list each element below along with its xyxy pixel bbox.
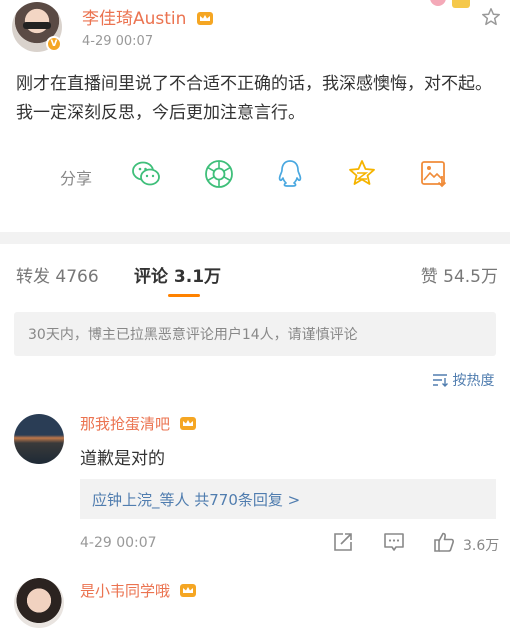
like-thumb-icon[interactable] (433, 531, 455, 553)
verified-badge-icon: V (46, 36, 62, 52)
sort-by-hot-button[interactable]: 按热度 (432, 370, 494, 390)
crown-vip-icon (179, 584, 196, 597)
comment-like-count: 3.6万 (463, 538, 500, 554)
crown-vip-icon (196, 12, 213, 25)
post-text: 刚才在直播间里说了不合适不正确的话，我深感懊悔，对不起。我一定深刻反思，今后更加… (16, 74, 492, 123)
moments-icon[interactable] (203, 158, 235, 190)
commenter-name[interactable]: 是小韦同学哦 (80, 582, 170, 600)
share-label: 分享 (60, 169, 93, 188)
sticker-decoration-icon (430, 0, 470, 8)
replies-summary[interactable]: 应钟上浣_等人 共770条回复 > (80, 479, 496, 519)
crown-vip-icon (179, 417, 196, 430)
commenter-name-row[interactable]: 是小韦同学哦 (80, 580, 197, 601)
comment-text: 道歉是对的 (80, 449, 165, 469)
tab-comments[interactable]: 评论 3.1万 (134, 262, 221, 287)
author-name[interactable]: 李佳琦Austin (82, 9, 186, 29)
save-image-icon[interactable] (418, 158, 450, 190)
comment-time: 4-29 00:07 (80, 535, 157, 551)
commenter-name[interactable]: 那我抢蛋清吧 (80, 415, 170, 433)
commenter-avatar[interactable] (14, 414, 64, 464)
comment-notice: 30天内，博主已拉黑恶意评论用户14人，请谨慎评论 (14, 312, 496, 356)
sort-label: 按热度 (452, 373, 495, 389)
author-name-row[interactable]: 李佳琦Austin (82, 4, 214, 29)
favorite-star-icon[interactable] (480, 6, 502, 28)
section-divider (0, 232, 510, 244)
qzone-star-icon[interactable] (346, 158, 378, 190)
wechat-icon[interactable] (130, 158, 162, 190)
sort-icon (433, 374, 448, 387)
comment-icon[interactable] (383, 531, 405, 553)
repost-icon[interactable] (332, 531, 354, 553)
active-tab-indicator (168, 294, 200, 297)
tab-repost[interactable]: 转发 4766 (16, 262, 99, 287)
commenter-avatar[interactable] (14, 578, 64, 628)
qq-icon[interactable] (274, 158, 306, 190)
tab-likes[interactable]: 赞 54.5万 (421, 262, 498, 287)
post-time: 4-29 00:07 (82, 34, 154, 49)
commenter-name-row[interactable]: 那我抢蛋清吧 (80, 413, 197, 434)
